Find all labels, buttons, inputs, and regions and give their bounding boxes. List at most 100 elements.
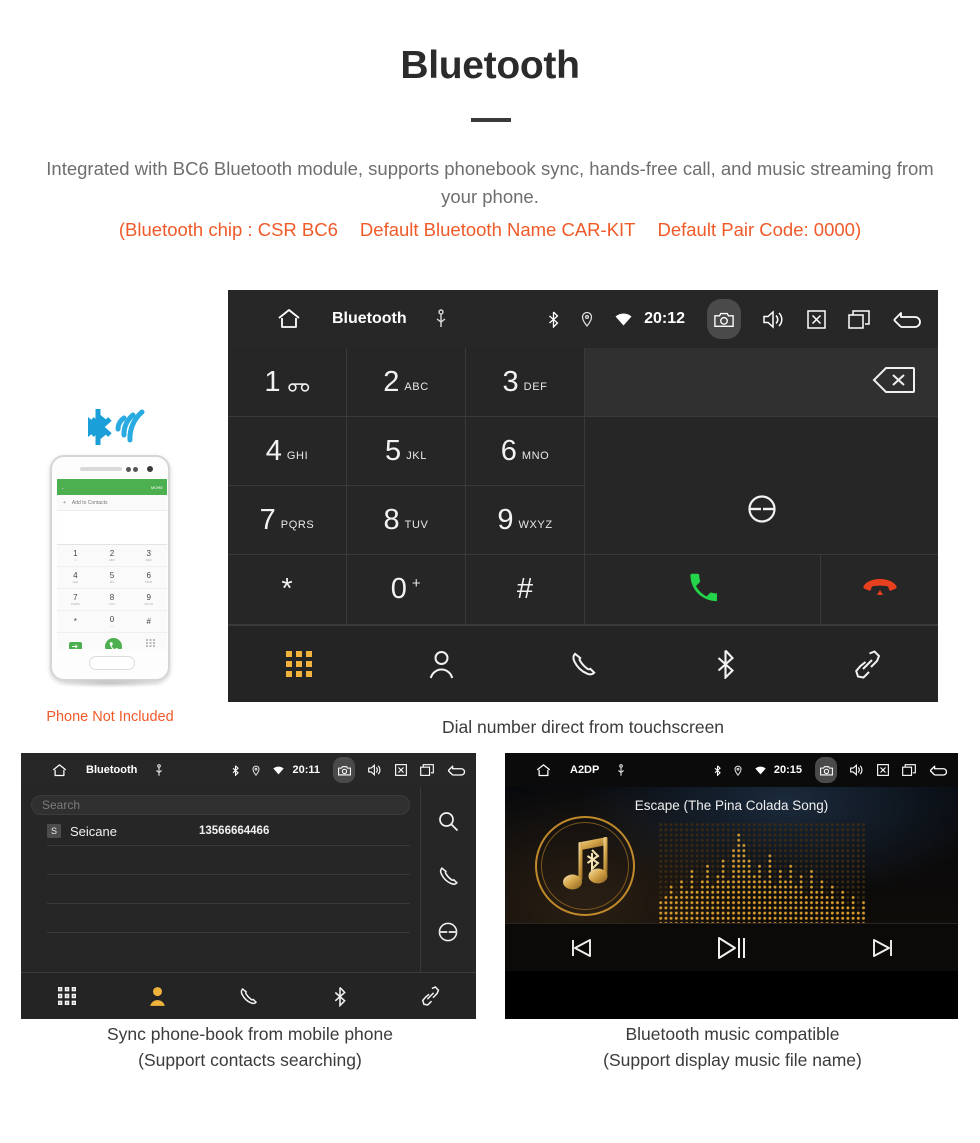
tab-contacts[interactable] — [112, 973, 203, 1019]
recents-icon[interactable] — [848, 309, 870, 329]
dial-key-3[interactable]: 3 DEF — [466, 348, 585, 417]
number-display[interactable] — [585, 348, 938, 417]
link-icon — [421, 986, 440, 1006]
search-icon[interactable] — [438, 811, 459, 837]
dial-key-2[interactable]: 2 ABC — [347, 348, 466, 417]
backspace-icon[interactable] — [872, 366, 916, 399]
tab-link[interactable] — [796, 626, 938, 702]
tab-call-log[interactable] — [203, 973, 294, 1019]
back-icon[interactable] — [892, 308, 924, 330]
sync-contacts-button[interactable] — [585, 417, 938, 555]
dial-key-0[interactable]: 0 + — [347, 555, 466, 625]
dial-key-sub: GHI — [286, 450, 309, 462]
phone-key-num: 1 — [73, 549, 78, 558]
camera-icon[interactable] — [333, 757, 355, 783]
dial-key-8[interactable]: 8 TUV — [347, 486, 466, 555]
volume-icon[interactable] — [850, 764, 864, 776]
dial-key-1[interactable]: 1 — [228, 348, 347, 417]
home-icon[interactable] — [276, 307, 302, 331]
recents-icon[interactable] — [420, 764, 434, 776]
contact-row[interactable] — [47, 875, 410, 904]
call-button[interactable] — [585, 555, 821, 625]
close-box-icon[interactable] — [807, 309, 826, 329]
phone-key-sub: MNO — [145, 580, 153, 584]
dial-key-star[interactable]: * — [228, 555, 347, 625]
link-icon — [854, 649, 880, 679]
contacts-screen: Bluetooth 20:11 Search S Seicane 1356666… — [21, 753, 476, 1019]
close-box-icon[interactable] — [877, 764, 889, 776]
close-box-icon[interactable] — [395, 764, 407, 776]
spec-name: Default Bluetooth Name CAR-KIT — [359, 219, 636, 240]
dialer-title: Bluetooth — [332, 310, 407, 327]
dial-key-num: 2 — [383, 365, 400, 398]
phone-key: 7 PQRS — [57, 589, 94, 611]
phone-key: 6 MNO — [130, 567, 167, 589]
phone-key-sub: GHI — [72, 580, 78, 584]
home-icon[interactable] — [535, 763, 552, 778]
phone-number-field — [57, 511, 167, 545]
phone-not-included-note: Phone Not Included — [46, 709, 174, 725]
camera-icon[interactable] — [707, 299, 741, 339]
dial-key-7[interactable]: 7 PQRS — [228, 486, 347, 555]
back-icon[interactable] — [929, 763, 949, 777]
phone-key-num: # — [146, 617, 151, 626]
dial-key-hash[interactable]: # — [466, 555, 585, 625]
usb-icon — [155, 763, 163, 777]
dial-key-5[interactable]: 5 JKL — [347, 417, 466, 486]
phone-add-contact-row: + Add to Contacts — [57, 495, 167, 511]
contact-row[interactable]: S Seicane 13566664466 — [47, 817, 410, 846]
call-icon — [688, 573, 719, 607]
tab-bluetooth[interactable] — [294, 973, 385, 1019]
home-icon[interactable] — [51, 763, 68, 778]
tab-call-log[interactable] — [512, 626, 654, 702]
sync-icon[interactable] — [437, 921, 459, 948]
call-icon[interactable] — [438, 866, 459, 892]
dial-key-6[interactable]: 6 MNO — [466, 417, 585, 486]
bluetooth-icon — [334, 986, 346, 1007]
contacts-statusbar: Bluetooth 20:11 — [21, 753, 476, 787]
tab-link[interactable] — [385, 973, 476, 1019]
tab-dialpad[interactable] — [21, 973, 112, 1019]
hangup-button[interactable] — [821, 555, 938, 625]
previous-button[interactable] — [505, 938, 656, 958]
phone-appbar: ← MORE — [57, 479, 167, 495]
contact-name: Seicane — [70, 823, 117, 839]
dial-key-9[interactable]: 9 WXYZ — [466, 486, 585, 555]
volume-icon[interactable] — [368, 764, 382, 776]
wifi-icon — [273, 766, 285, 775]
wifi-icon — [615, 312, 632, 326]
back-icon[interactable] — [447, 763, 467, 777]
volume-icon[interactable] — [763, 309, 785, 329]
recents-icon[interactable] — [902, 764, 916, 776]
page-root: Bluetooth Integrated with BC6 Bluetooth … — [0, 0, 980, 1143]
contacts-caption: Sync phone-book from mobile phone (Suppo… — [10, 1021, 490, 1073]
contact-row[interactable] — [47, 904, 410, 933]
phone-key-num: 3 — [146, 549, 151, 558]
search-input[interactable]: Search — [31, 795, 410, 815]
dial-key-4[interactable]: 4 GHI — [228, 417, 347, 486]
phone-camera-icon — [147, 466, 153, 472]
tab-dialpad[interactable] — [228, 626, 370, 702]
statusbar-right: 20:12 — [526, 299, 924, 339]
camera-icon[interactable] — [815, 757, 837, 783]
voicemail-icon — [287, 379, 310, 397]
next-button[interactable] — [807, 938, 958, 958]
phone-key-num: * — [73, 617, 77, 626]
plus-icon: + — [63, 499, 66, 506]
phone-keypad-icon — [146, 637, 156, 649]
dialer-clock: 20:12 — [644, 310, 685, 327]
dial-key-num: 7 — [259, 503, 276, 536]
spec-list: (Bluetooth chip : CSR BC6 Default Blueto… — [20, 219, 960, 241]
play-pause-button[interactable] — [656, 936, 807, 960]
dial-key-sub: DEF — [523, 381, 548, 393]
tab-bluetooth[interactable] — [654, 626, 796, 702]
phone-key-sub: + — [111, 624, 113, 628]
phone-key: 2 ABC — [93, 545, 131, 567]
tab-contacts[interactable] — [370, 626, 512, 702]
dial-key-sub: MNO — [521, 450, 550, 462]
music-caption: Bluetooth music compatible (Support disp… — [495, 1021, 970, 1073]
person-icon — [429, 650, 453, 678]
contact-row[interactable] — [47, 846, 410, 875]
phone-home-button — [89, 656, 135, 670]
bluetooth-icon — [232, 764, 240, 776]
